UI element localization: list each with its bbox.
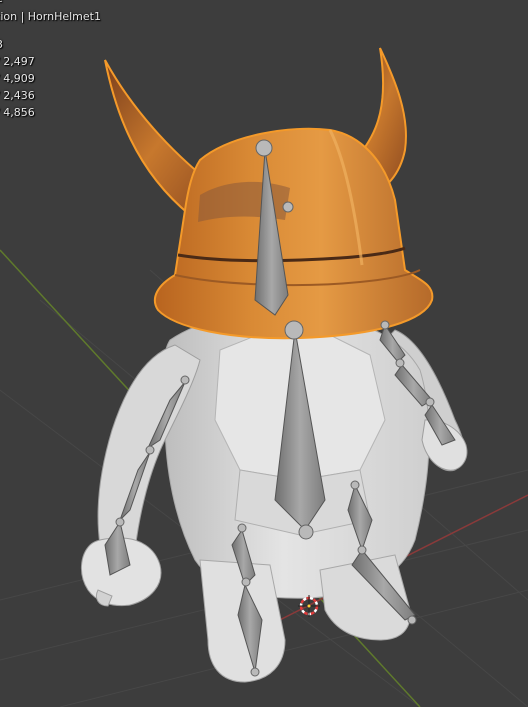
bone-joint [350,480,360,490]
stats-row: / 4,856 [0,106,35,119]
bone-joint [425,397,435,407]
bone-joint [395,358,405,368]
bone-joint [298,524,314,540]
bone-joint [282,201,294,213]
stats-row: / 2,497 [0,55,35,68]
bone-joint [380,320,390,330]
bone-joint [237,523,247,533]
stats-row: 3 [0,37,3,54]
bone-joint [115,517,125,527]
bone-joint [255,139,273,157]
bone-joint [407,615,417,625]
bone-joint [145,445,155,455]
viewport-info-overlay: e tion | HornHelmet1 3 / 2,497 / 4,909 /… [0,0,120,125]
stats-row: / 4,909 [0,72,35,85]
bone-joint [241,577,251,587]
viewport-header-text: tion | HornHelmet1 [0,10,101,23]
bone-joint [357,545,367,555]
bone-joint [180,375,190,385]
viewport-top-cut-text: e [0,0,3,8]
bone-joint [250,667,260,677]
stats-row: / 2,436 [0,89,35,102]
bone-joint [284,320,304,340]
